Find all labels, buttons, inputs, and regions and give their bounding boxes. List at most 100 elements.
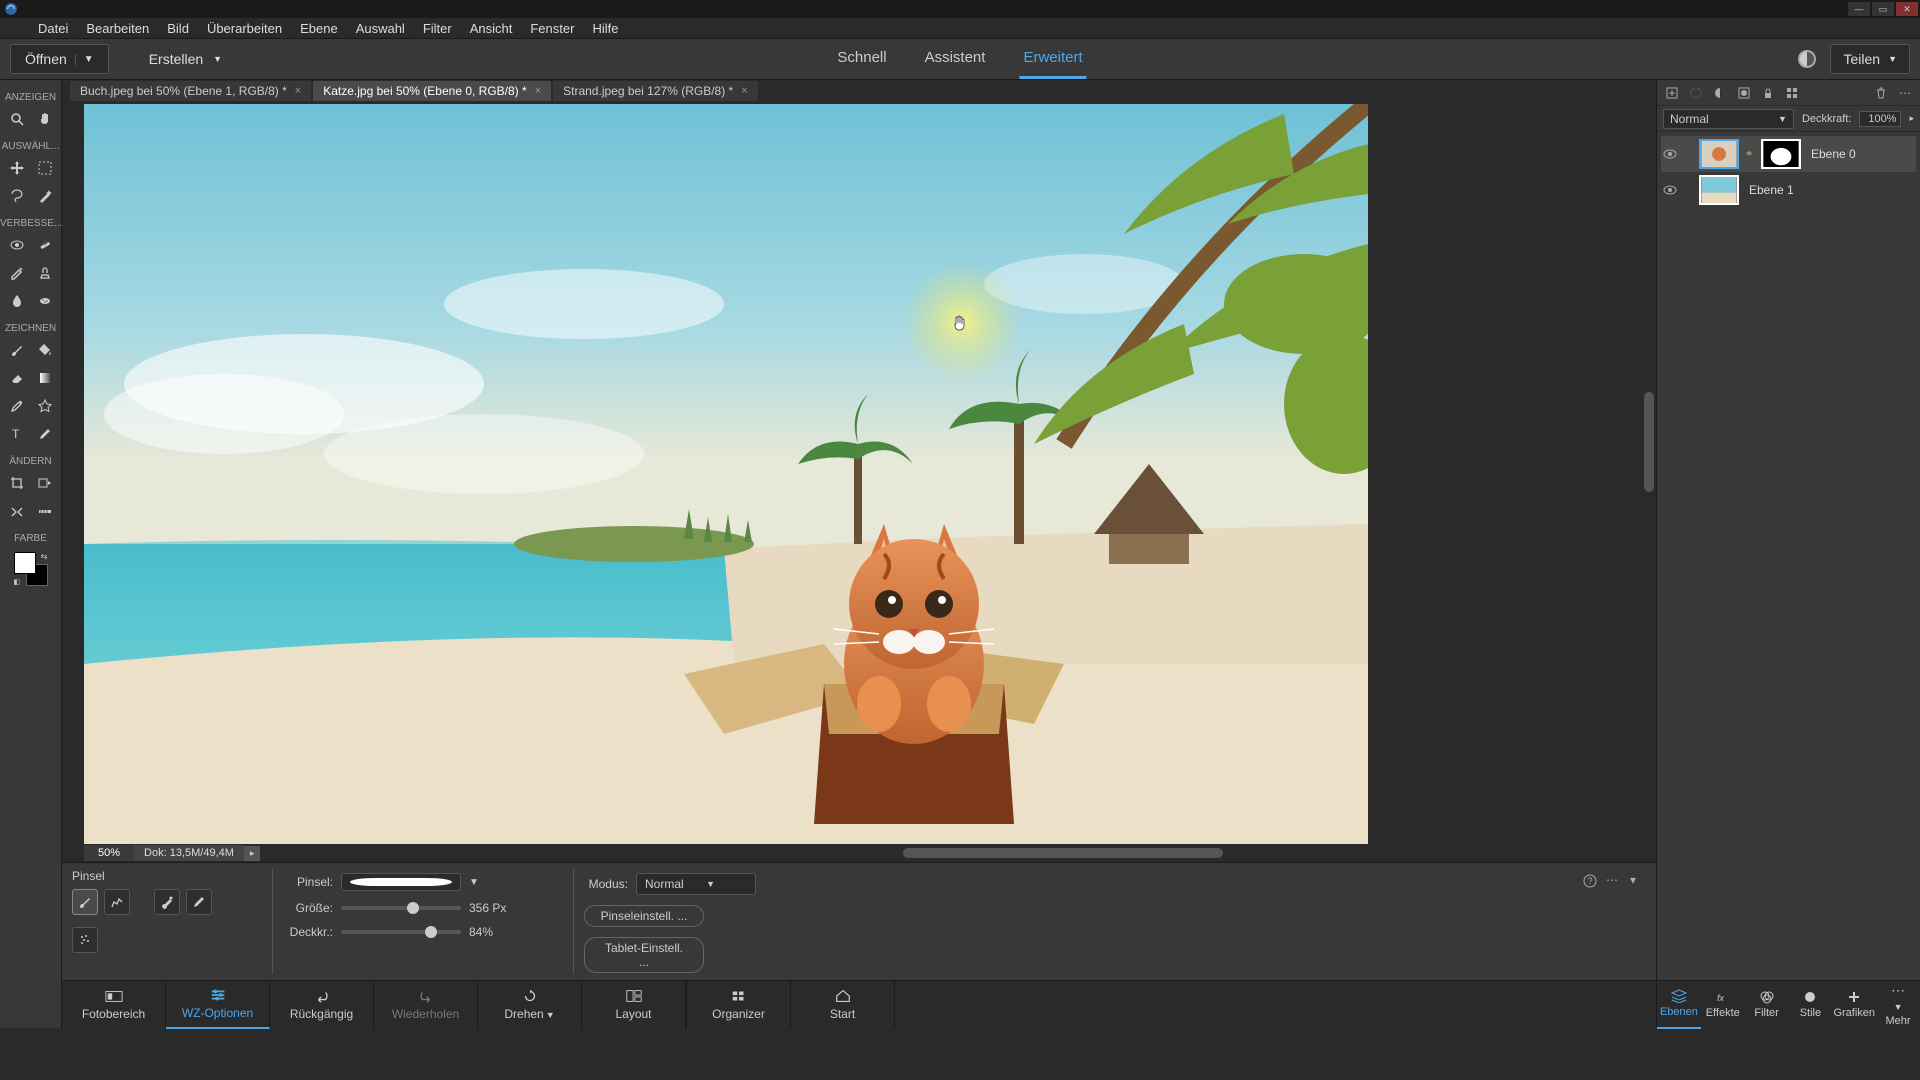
brush-opacity-slider[interactable]: [341, 930, 461, 934]
help-icon[interactable]: ?: [1582, 873, 1598, 889]
blur-tool-icon[interactable]: [5, 289, 29, 313]
layer-visibility-icon[interactable]: [1663, 183, 1677, 197]
content-aware-move-icon[interactable]: [5, 499, 29, 523]
brush-size-slider[interactable]: [341, 906, 461, 910]
shape-tool-icon[interactable]: [33, 394, 57, 418]
filters-tab[interactable]: Filter: [1745, 981, 1789, 1029]
delete-layer-icon[interactable]: [1872, 84, 1890, 102]
magic-wand-tool-icon[interactable]: [33, 184, 57, 208]
menu-ansicht[interactable]: Ansicht: [470, 21, 513, 36]
adjustment-layer-icon[interactable]: [1711, 84, 1729, 102]
eyedropper-tool-icon[interactable]: [5, 394, 29, 418]
close-window-button[interactable]: ✕: [1896, 2, 1918, 16]
layer-mask-thumbnail[interactable]: [1761, 139, 1801, 169]
brush-settings-button[interactable]: Pinseleinstell. ...: [584, 905, 704, 927]
mode-tab-quick[interactable]: Schnell: [833, 39, 890, 79]
tablet-settings-button[interactable]: Tablet-Einstell. ...: [584, 937, 704, 973]
document-canvas[interactable]: [84, 104, 1368, 844]
menu-datei[interactable]: Datei: [38, 21, 68, 36]
brush-tool-icon[interactable]: [5, 338, 29, 362]
layout-tab[interactable]: Layout: [582, 981, 686, 1029]
mode-tab-guided[interactable]: Assistent: [921, 39, 990, 79]
effects-tab[interactable]: fx Effekte: [1701, 981, 1745, 1029]
slider-thumb[interactable]: [425, 926, 437, 938]
opt-color-replace-brush-icon[interactable]: [154, 889, 180, 915]
vertical-scrollbar[interactable]: [1642, 102, 1656, 822]
photobin-tab[interactable]: Fotobereich: [62, 981, 166, 1029]
undo-tab[interactable]: Rückgängig: [270, 981, 374, 1029]
layer-row[interactable]: Ebene 1: [1661, 172, 1916, 208]
layer-opacity-input[interactable]: 100%: [1859, 111, 1901, 127]
layer-name[interactable]: Ebene 0: [1811, 147, 1856, 161]
canvas-viewport[interactable]: [62, 102, 1656, 844]
slider-thumb[interactable]: [407, 902, 419, 914]
type-tool-icon[interactable]: T: [5, 422, 29, 446]
create-button[interactable]: Erstellen ▼: [149, 51, 222, 67]
sponge-tool-icon[interactable]: [33, 289, 57, 313]
brush-size-value[interactable]: 356 Px: [469, 901, 519, 915]
layer-mask-link-icon[interactable]: ⚭: [1745, 149, 1755, 160]
layer-thumbnail[interactable]: [1699, 139, 1739, 169]
theme-toggle-icon[interactable]: [1798, 50, 1816, 68]
swap-colors-icon[interactable]: ⇆: [41, 552, 48, 561]
panel-menu-icon[interactable]: ⋯: [1606, 873, 1622, 889]
maximize-button[interactable]: ▭: [1872, 2, 1894, 16]
menu-ueberarbeiten[interactable]: Überarbeiten: [207, 21, 282, 36]
minimize-button[interactable]: —: [1848, 2, 1870, 16]
document-info-menu-icon[interactable]: ▸: [244, 846, 261, 861]
crop-tool-icon[interactable]: [5, 471, 29, 495]
document-tab[interactable]: Katze.jpg bei 50% (Ebene 0, RGB/8) * ×: [313, 81, 551, 101]
rotate-tab[interactable]: Drehen▼: [478, 981, 582, 1029]
open-button-caret-icon[interactable]: ▼: [75, 54, 94, 65]
menu-ebene[interactable]: Ebene: [300, 21, 338, 36]
home-tab[interactable]: Start: [791, 981, 895, 1029]
blend-mode-select[interactable]: Normal ▼: [636, 873, 756, 895]
graphics-tab[interactable]: Grafiken: [1832, 981, 1876, 1029]
opacity-caret-icon[interactable]: ▸: [1909, 113, 1914, 124]
spot-heal-tool-icon[interactable]: [33, 233, 57, 257]
panel-menu-icon[interactable]: ⋯: [1896, 84, 1914, 102]
straighten-tool-icon[interactable]: [33, 499, 57, 523]
recompose-tool-icon[interactable]: [33, 471, 57, 495]
menu-filter[interactable]: Filter: [423, 21, 452, 36]
collapse-panel-icon[interactable]: ▾: [1630, 873, 1646, 889]
redeye-tool-icon[interactable]: [5, 233, 29, 257]
zoom-level[interactable]: 50%: [84, 845, 134, 861]
layer-thumbnail[interactable]: [1699, 175, 1739, 205]
reset-colors-icon[interactable]: ◧: [14, 578, 21, 586]
more-tab[interactable]: ⋯▼ Mehr: [1876, 981, 1920, 1029]
move-tool-icon[interactable]: [5, 156, 29, 180]
brush-preset-dropdown-icon[interactable]: ▼: [469, 877, 479, 888]
opt-airbrush-icon[interactable]: [72, 927, 98, 953]
clone-stamp-tool-icon[interactable]: [33, 261, 57, 285]
marquee-tool-icon[interactable]: [33, 156, 57, 180]
organizer-tab[interactable]: Organizer: [687, 981, 791, 1029]
hand-tool-icon[interactable]: [33, 107, 57, 131]
layer-mask-icon[interactable]: [1735, 84, 1753, 102]
document-tab-close-icon[interactable]: ×: [741, 85, 747, 97]
redo-tab[interactable]: Wiederholen: [374, 981, 478, 1029]
layer-name[interactable]: Ebene 1: [1749, 183, 1794, 197]
open-button[interactable]: Öffnen ▼: [10, 44, 109, 74]
mode-tab-expert[interactable]: Erweitert: [1019, 39, 1086, 79]
share-button[interactable]: Teilen ▼: [1830, 44, 1910, 74]
foreground-color-swatch[interactable]: [14, 552, 36, 574]
menu-hilfe[interactable]: Hilfe: [592, 21, 618, 36]
document-tab-close-icon[interactable]: ×: [535, 85, 541, 97]
opt-impressionist-brush-icon[interactable]: [104, 889, 130, 915]
horizontal-scrollbar[interactable]: [266, 848, 1650, 858]
smart-brush-tool-icon[interactable]: [5, 261, 29, 285]
eraser-tool-icon[interactable]: [5, 366, 29, 390]
brush-preview[interactable]: [341, 873, 461, 891]
styles-tab[interactable]: Stile: [1788, 981, 1832, 1029]
brush-opacity-value[interactable]: 84%: [469, 925, 519, 939]
menu-bearbeiten[interactable]: Bearbeiten: [86, 21, 149, 36]
paint-bucket-tool-icon[interactable]: [33, 338, 57, 362]
layer-blend-mode-select[interactable]: Normal ▼: [1663, 109, 1794, 129]
fx-icon[interactable]: [1783, 84, 1801, 102]
opt-pencil-variant-icon[interactable]: [186, 889, 212, 915]
menu-auswahl[interactable]: Auswahl: [356, 21, 405, 36]
vertical-scrollbar-thumb[interactable]: [1644, 392, 1654, 492]
layer-row[interactable]: ⚭ Ebene 0: [1661, 136, 1916, 172]
new-group-icon[interactable]: [1687, 84, 1705, 102]
